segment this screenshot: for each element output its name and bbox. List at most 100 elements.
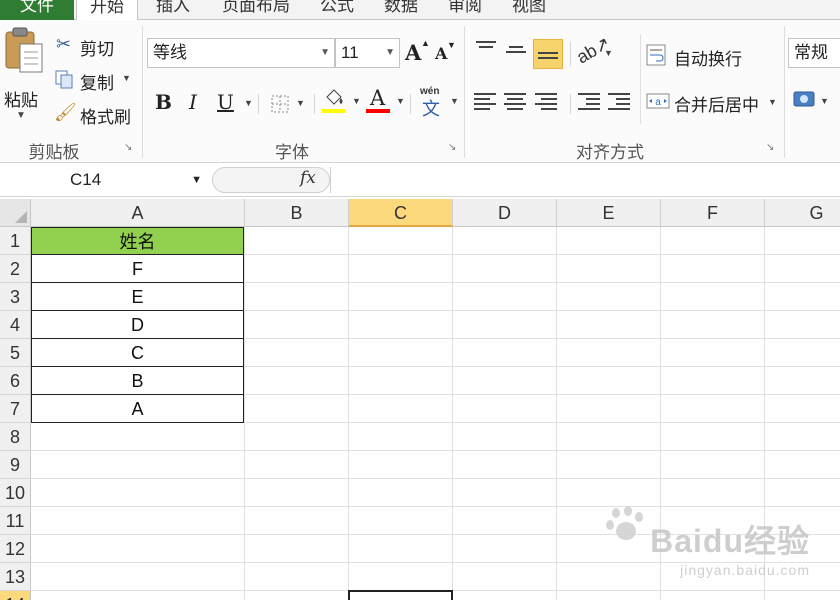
cell-a4[interactable]: D <box>31 311 244 339</box>
caret-up-icon: ▲ <box>421 38 430 48</box>
wrap-text-icon <box>646 44 666 66</box>
increase-indent-button[interactable] <box>608 90 632 112</box>
cell-a6[interactable]: B <box>31 367 244 395</box>
name-box[interactable]: C14 ▼ <box>0 167 210 193</box>
row-header-1[interactable]: 1 <box>0 227 31 255</box>
name-box-value: C14 <box>70 170 102 189</box>
cell-a7[interactable]: A <box>31 395 244 423</box>
row-header-8[interactable]: 8 <box>0 423 31 451</box>
row-header-5[interactable]: 5 <box>0 339 31 367</box>
row-header-4[interactable]: 4 <box>0 311 31 339</box>
paint-bucket-icon <box>326 89 343 105</box>
fill-color-button[interactable]: ▼ <box>322 88 362 116</box>
font-size-value: 11 <box>341 43 359 62</box>
phonetic-guide-button[interactable]: wén 文 ▼ <box>418 86 460 119</box>
chevron-down-icon: ▼ <box>396 96 405 106</box>
row-header-9[interactable]: 9 <box>0 451 31 479</box>
column-header-f[interactable]: F <box>661 199 765 227</box>
paste-dropdown-icon[interactable]: ▼ <box>16 110 26 121</box>
column-header-c[interactable]: C <box>349 199 453 227</box>
tab-file[interactable]: 文件 <box>0 0 74 20</box>
copy-icon <box>55 70 73 89</box>
cut-label: 剪切 <box>80 40 114 59</box>
align-center-button[interactable] <box>504 90 528 112</box>
row-header-13[interactable]: 13 <box>0 563 31 591</box>
column-header-d[interactable]: D <box>453 199 557 227</box>
tab-home[interactable]: 开始 <box>76 0 138 21</box>
cell-a5[interactable]: C <box>31 339 244 367</box>
column-header-g[interactable]: G <box>765 199 840 227</box>
cut-button[interactable]: ✂ 剪切 <box>54 34 134 59</box>
separator <box>258 94 259 114</box>
font-color-button[interactable]: A ▼ <box>366 86 406 116</box>
underline-dropdown-icon[interactable]: ▼ <box>244 98 253 108</box>
row-header-7[interactable]: 7 <box>0 395 31 423</box>
separator <box>640 34 641 124</box>
clipboard-launcher-icon[interactable]: ↘ <box>124 142 132 153</box>
gridline <box>31 450 840 451</box>
cell-a3[interactable]: E <box>31 283 244 311</box>
cell-a1[interactable]: 姓名 <box>31 227 244 255</box>
format-painter-button[interactable]: 🖌 格式刷 <box>54 102 140 127</box>
tab-page-layout[interactable]: 页面布局 <box>210 0 302 20</box>
border-button[interactable]: ▼ <box>270 92 306 116</box>
tab-view[interactable]: 视图 <box>498 0 560 20</box>
column-header-e[interactable]: E <box>557 199 661 227</box>
accounting-format-button[interactable]: ▼ <box>792 88 832 116</box>
chevron-down-icon: ▼ <box>768 97 777 107</box>
copy-label: 复制 <box>80 74 114 93</box>
row-header-12[interactable]: 12 <box>0 535 31 563</box>
merge-center-button[interactable]: a 合并后居中 ▼ <box>646 88 780 115</box>
alignment-launcher-icon[interactable]: ↘ <box>766 142 774 153</box>
formula-input[interactable] <box>330 167 840 193</box>
tab-formulas[interactable]: 公式 <box>306 0 368 20</box>
column-header-b[interactable]: B <box>245 199 349 227</box>
fill-color-swatch <box>322 109 346 113</box>
align-right-button[interactable] <box>535 90 559 112</box>
paste-button[interactable]: 粘贴 ▼ <box>0 26 48 126</box>
font-name-combo[interactable]: 等线 ▼ <box>147 38 335 68</box>
decrease-indent-button[interactable] <box>578 90 602 112</box>
row-header-3[interactable]: 3 <box>0 283 31 311</box>
tab-review[interactable]: 审阅 <box>434 0 496 20</box>
wrap-text-label: 自动换行 <box>674 50 742 69</box>
separator <box>570 94 571 114</box>
font-color-swatch <box>366 109 390 113</box>
row-header-2[interactable]: 2 <box>0 255 31 283</box>
row-header-10[interactable]: 10 <box>0 479 31 507</box>
chevron-down-icon: ▼ <box>450 96 459 106</box>
select-all-button[interactable] <box>0 199 31 227</box>
row-header-11[interactable]: 11 <box>0 507 31 535</box>
tab-data[interactable]: 数据 <box>370 0 432 20</box>
align-middle-button[interactable] <box>504 40 528 62</box>
row-header-14[interactable]: 14 <box>0 591 31 600</box>
number-format-combo[interactable]: 常规 <box>788 38 840 68</box>
active-cell-c14[interactable] <box>348 590 453 600</box>
copy-button[interactable]: 复制 ▼ <box>54 68 138 93</box>
separator <box>314 94 315 114</box>
cell-a2[interactable]: F <box>31 255 244 283</box>
align-top-button[interactable] <box>474 38 498 60</box>
row-header-6[interactable]: 6 <box>0 367 31 395</box>
increase-font-button[interactable]: A ▲ <box>405 38 430 66</box>
align-bottom-button[interactable] <box>533 39 563 69</box>
orientation-button[interactable]: ab↗ ▼ <box>573 33 616 68</box>
bold-button[interactable]: B <box>155 90 172 114</box>
scissors-icon: ✂ <box>56 34 72 54</box>
underline-button[interactable]: U <box>217 90 234 114</box>
italic-button[interactable]: I <box>189 90 197 114</box>
font-launcher-icon[interactable]: ↘ <box>448 142 456 153</box>
font-size-combo[interactable]: 11 ▼ <box>335 38 400 68</box>
wrap-text-button[interactable]: 自动换行 <box>646 42 776 69</box>
copy-dropdown-icon[interactable]: ▼ <box>122 73 131 83</box>
gridline <box>31 478 840 479</box>
decrease-font-button[interactable]: A ▼ <box>435 40 457 68</box>
align-left-button[interactable] <box>474 90 498 112</box>
chevron-down-icon: ▼ <box>820 96 829 106</box>
column-header-a[interactable]: A <box>31 199 245 227</box>
font-name-value: 等线 <box>153 43 187 62</box>
tab-insert[interactable]: 插入 <box>142 0 204 20</box>
insert-function-button[interactable]: fx <box>300 168 316 188</box>
separator <box>570 42 571 66</box>
chevron-down-icon[interactable]: ▼ <box>191 167 202 193</box>
